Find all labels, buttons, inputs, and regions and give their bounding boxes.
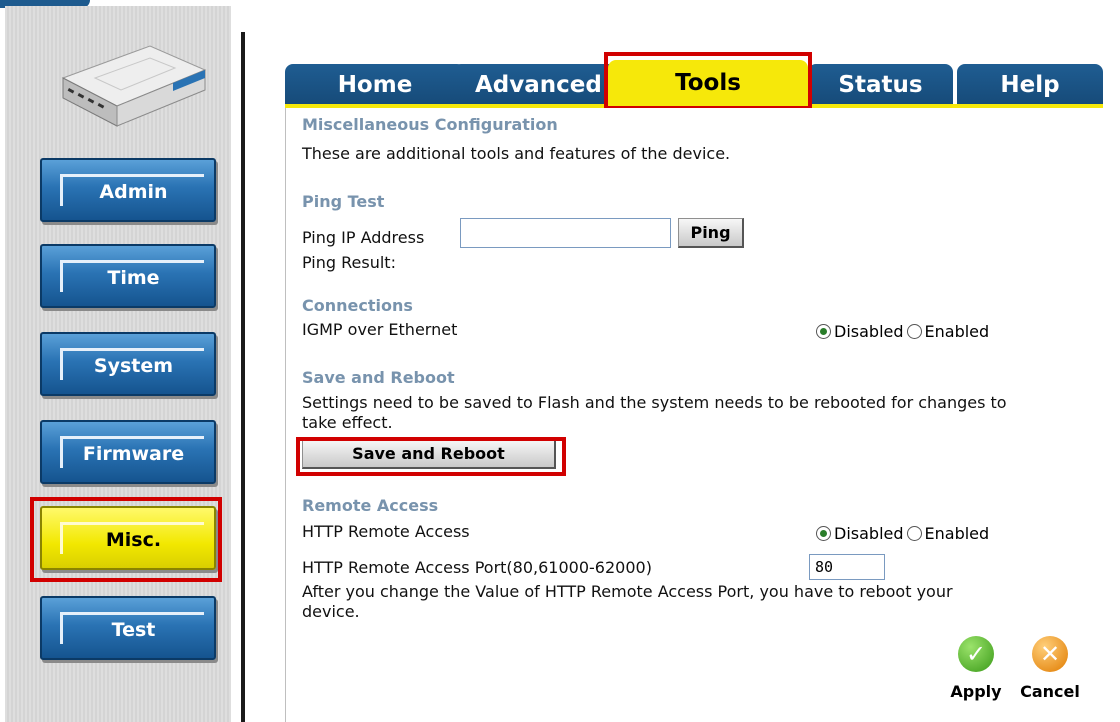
- save-description-line2: take effect.: [302, 413, 393, 432]
- cancel-label: Cancel: [1020, 682, 1080, 701]
- sidebar-item-label: Admin: [60, 174, 204, 206]
- cancel-x-icon: ✕: [1032, 636, 1068, 672]
- ping-button[interactable]: Ping: [678, 218, 744, 248]
- http-remote-access-label: HTTP Remote Access: [302, 522, 470, 541]
- tools-highlight-box: [604, 52, 812, 110]
- igmp-label: IGMP over Ethernet: [302, 320, 458, 339]
- apply-label: Apply: [950, 682, 1002, 701]
- igmp-radio-group: Disabled Enabled: [816, 322, 989, 341]
- ping-ip-label: Ping IP Address: [302, 228, 425, 247]
- checkmark-icon: ✓: [958, 636, 994, 672]
- remote-enabled-label: Enabled: [924, 524, 990, 543]
- remote-note-line1: After you change the Value of HTTP Remot…: [302, 582, 953, 601]
- remote-port-input[interactable]: 80: [809, 554, 885, 580]
- remote-port-label: HTTP Remote Access Port(80,61000-62000): [302, 558, 652, 577]
- main-content: Miscellaneous Configuration These are ad…: [285, 108, 1104, 722]
- router-device-image: [61, 45, 207, 127]
- sidebar-item-system[interactable]: System: [40, 332, 216, 396]
- igmp-disabled-radio[interactable]: [816, 324, 831, 339]
- sidebar-item-label: Time: [60, 260, 204, 292]
- sidebar-item-firmware[interactable]: Firmware: [40, 420, 216, 484]
- sidebar-item-label: Firmware: [60, 436, 204, 468]
- save-reboot-highlight-box: [296, 437, 566, 476]
- igmp-enabled-label: Enabled: [924, 322, 990, 341]
- misc-highlight-box: [30, 497, 222, 582]
- connections-title: Connections: [302, 296, 413, 315]
- misc-description: These are additional tools and features …: [302, 144, 731, 163]
- misc-title: Miscellaneous Configuration: [302, 115, 558, 134]
- ping-result-label: Ping Result:: [302, 253, 396, 272]
- remote-radio-group: Disabled Enabled: [816, 524, 989, 543]
- remote-access-title: Remote Access: [302, 496, 439, 515]
- ping-title: Ping Test: [302, 192, 385, 211]
- ping-ip-input[interactable]: [460, 218, 671, 248]
- tab-home[interactable]: Home: [285, 64, 465, 106]
- cancel-button[interactable]: ✕ Cancel: [1012, 636, 1088, 701]
- igmp-disabled-label: Disabled: [834, 322, 904, 341]
- apply-button[interactable]: ✓ Apply: [946, 636, 1006, 701]
- sidebar-item-label: System: [60, 348, 204, 380]
- tab-advanced[interactable]: Advanced: [453, 64, 623, 106]
- sidebar-item-test[interactable]: Test: [40, 596, 216, 660]
- save-reboot-title: Save and Reboot: [302, 368, 455, 387]
- remote-disabled-label: Disabled: [834, 524, 904, 543]
- remote-disabled-radio[interactable]: [816, 526, 831, 541]
- tab-status[interactable]: Status: [808, 64, 953, 106]
- remote-note-line2: device.: [302, 602, 360, 621]
- save-description-line1: Settings need to be saved to Flash and t…: [302, 393, 1007, 412]
- remote-enabled-radio[interactable]: [906, 526, 922, 541]
- sidebar-item-time[interactable]: Time: [40, 244, 216, 308]
- sidebar-item-admin[interactable]: Admin: [40, 158, 216, 222]
- sidebar-divider: [241, 32, 245, 722]
- igmp-enabled-radio[interactable]: [906, 324, 922, 339]
- sidebar-item-label: Test: [60, 612, 204, 644]
- tab-help[interactable]: Help: [957, 64, 1103, 106]
